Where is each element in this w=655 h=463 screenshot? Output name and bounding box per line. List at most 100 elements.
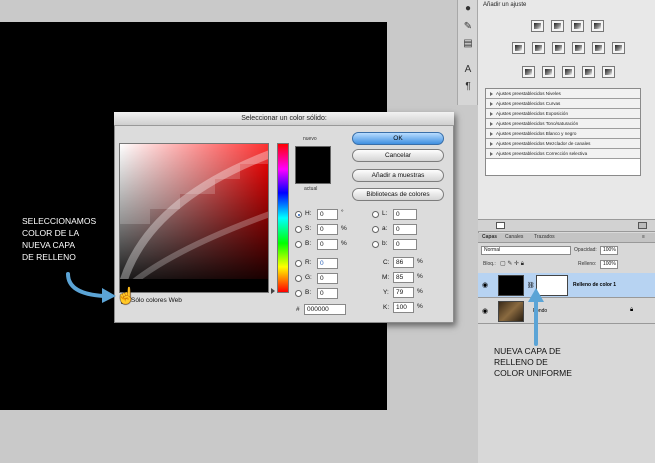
preset-item[interactable]: Ajustes preestablecidos Exposición: [486, 109, 640, 119]
posterize-icon[interactable]: [542, 66, 555, 78]
blend-mode-select[interactable]: Normal: [481, 246, 571, 255]
photo-filter-icon[interactable]: [592, 42, 605, 54]
expand-triangle-icon: [490, 91, 493, 96]
selective-color-icon[interactable]: [602, 66, 615, 78]
invert-icon[interactable]: [522, 66, 535, 78]
info-icon[interactable]: ●: [461, 2, 475, 16]
radio-green[interactable]: [295, 275, 302, 282]
layer-row-background[interactable]: ◉ Fondo 🔒︎: [478, 299, 655, 324]
expand-triangle-icon: [490, 111, 493, 116]
radio-a[interactable]: [372, 226, 379, 233]
annotation-line: COLOR UNIFORME: [494, 368, 572, 378]
brightness-label: B:: [305, 240, 312, 247]
a-label: a:: [382, 225, 388, 232]
character-icon[interactable]: A: [461, 63, 475, 77]
lock-icon: 🔒︎: [630, 307, 634, 313]
panel-menu-icon[interactable]: [638, 222, 647, 229]
up-arrow-icon: [528, 288, 544, 346]
lightness-input[interactable]: 0: [393, 209, 417, 220]
black-input[interactable]: 100: [393, 302, 414, 313]
panel-menu-icon[interactable]: ≡: [642, 234, 645, 240]
right-annotation: NUEVA CAPA DE RELLENO DE COLOR UNIFORME: [494, 346, 604, 379]
fill-label: Relleno:: [578, 261, 597, 267]
black-white-icon[interactable]: [572, 42, 585, 54]
hue-saturation-icon[interactable]: [532, 42, 545, 54]
saturation-input[interactable]: 0: [317, 224, 338, 235]
expand-triangle-icon: [490, 141, 493, 146]
annotation-line: RELLENO DE: [494, 357, 548, 367]
new-color-swatch: [295, 146, 331, 184]
layer-name: Relleno de color 1: [573, 282, 617, 288]
curves-icon[interactable]: [571, 20, 584, 32]
radio-red[interactable]: [295, 260, 302, 267]
preset-item[interactable]: Ajustes preestablecidos Niveles: [486, 89, 640, 99]
adjustment-presets-list: Ajustes preestablecidos Niveles Ajustes …: [485, 88, 641, 176]
radio-saturation[interactable]: [295, 226, 302, 233]
color-field[interactable]: [119, 143, 269, 293]
brush-icon[interactable]: ✎: [461, 20, 475, 34]
gradient-map-icon[interactable]: [582, 66, 595, 78]
expand-triangle-icon: [490, 151, 493, 156]
annotation-line: DE RELLENO: [22, 252, 76, 262]
yellow-unit: %: [417, 288, 423, 295]
paragraph-icon[interactable]: ¶: [461, 80, 475, 94]
layer-row-fill[interactable]: ◉ ⛓ Relleno de color 1: [478, 273, 655, 298]
green-input[interactable]: 0: [317, 273, 338, 284]
hue-unit: °: [341, 209, 344, 216]
ok-button[interactable]: OK: [352, 132, 444, 145]
exposure-icon[interactable]: [591, 20, 604, 32]
brightness-icon[interactable]: [531, 20, 544, 32]
clone-source-icon[interactable]: ▤: [461, 37, 475, 51]
black-unit: %: [417, 303, 423, 310]
preset-item[interactable]: Ajustes preestablecidos Curvas: [486, 99, 640, 109]
radio-blue[interactable]: [295, 290, 302, 297]
levels-icon[interactable]: [551, 20, 564, 32]
add-to-swatches-button[interactable]: Añadir a muestras: [352, 169, 444, 182]
red-input[interactable]: 0: [317, 258, 338, 269]
magenta-unit: %: [417, 273, 423, 280]
magenta-input[interactable]: 85: [393, 272, 414, 283]
radio-lightness[interactable]: [372, 211, 379, 218]
lock-icons[interactable]: ▢ ✎ ✛ 🔒︎: [500, 260, 524, 268]
fill-input[interactable]: 100%: [600, 260, 618, 269]
black-label: K:: [383, 304, 390, 311]
tab-channels[interactable]: Canales: [505, 234, 523, 240]
radio-b[interactable]: [372, 241, 379, 248]
channel-mixer-icon[interactable]: [612, 42, 625, 54]
b-input[interactable]: 0: [393, 239, 417, 250]
preset-item[interactable]: Ajustes preestablecidos Blanco y negro: [486, 129, 640, 139]
visibility-eye-icon[interactable]: ◉: [482, 307, 488, 315]
radio-hue[interactable]: [295, 211, 302, 218]
web-colors-label: Sólo colores Web: [131, 297, 182, 304]
clip-layer-icon[interactable]: [496, 222, 505, 229]
visibility-eye-icon[interactable]: ◉: [482, 281, 488, 289]
annotation-line: COLOR DE LA: [22, 228, 80, 238]
cyan-input[interactable]: 86: [393, 257, 414, 268]
tab-layers[interactable]: Capas: [482, 234, 497, 240]
hex-input[interactable]: 000000: [304, 304, 346, 315]
tab-paths[interactable]: Trazados: [534, 234, 555, 240]
preset-item[interactable]: Ajustes preestablecidos Mezclador de can…: [486, 139, 640, 149]
fill-thumbnail: [498, 275, 524, 296]
hue-label: H:: [305, 210, 312, 217]
vibrance-icon[interactable]: [512, 42, 525, 54]
threshold-icon[interactable]: [562, 66, 575, 78]
cancel-button[interactable]: Cancelar: [352, 149, 444, 162]
hue-input[interactable]: 0: [317, 209, 338, 220]
hue-slider-handle[interactable]: [271, 288, 275, 294]
yellow-input[interactable]: 79: [393, 287, 414, 298]
layers-panel-tabs: Capas Canales Trazados ≡: [478, 233, 655, 243]
radio-brightness[interactable]: [295, 241, 302, 248]
hue-slider[interactable]: [277, 143, 289, 293]
annotation-line: SELECCIONAMOS: [22, 216, 97, 226]
left-arrow-icon: [66, 272, 116, 303]
blue-input[interactable]: 0: [317, 288, 338, 299]
preset-item[interactable]: Ajustes preestablecidos Corrección selec…: [486, 149, 640, 159]
brightness-input[interactable]: 0: [317, 239, 338, 250]
color-libraries-button[interactable]: Bibliotecas de colores: [352, 188, 444, 201]
preset-item[interactable]: Ajustes preestablecidos Tono/saturación: [486, 119, 640, 129]
color-balance-icon[interactable]: [552, 42, 565, 54]
opacity-input[interactable]: 100%: [600, 246, 618, 255]
annotation-line: NUEVA CAPA DE: [494, 346, 561, 356]
a-input[interactable]: 0: [393, 224, 417, 235]
